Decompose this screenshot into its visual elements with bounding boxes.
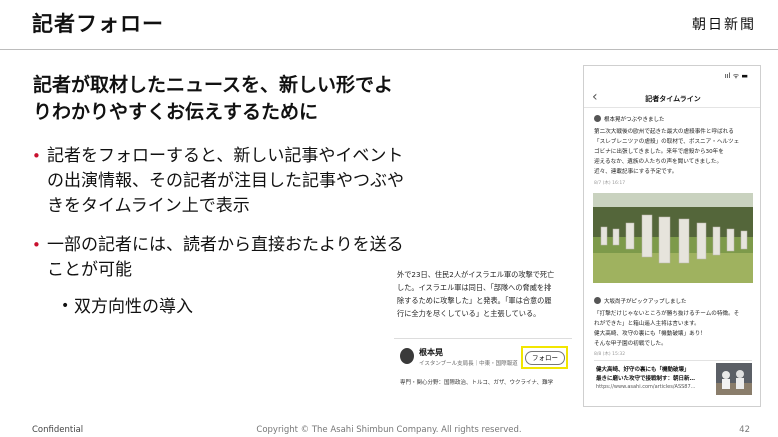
slide-title: 記者フォロー [32, 12, 164, 36]
article-link-card[interactable]: 健大高崎、好守の裏にも「機動破壊」 最きに磨いた攻守で接戦制す：朝日新… htt… [594, 360, 752, 396]
article-line: 行に全力を尽くしている」と主張している。 [397, 309, 541, 318]
post-line: 「打撃だけじゃないところが勝ち抜けるチームの特徴。そ [594, 311, 740, 317]
bullet-dot-icon: • [32, 147, 41, 165]
status-bar-icon: ııl ᯤ ▬ [724, 72, 748, 80]
link-title-line: 最きに磨いた攻守で接戦制す：朝日新… [596, 376, 696, 382]
article-line: した。イスラエル軍は同日、「部隊への脅威を排 [397, 283, 552, 292]
reporter-role: イスタンブール支局長｜中東・国際報道 [419, 361, 518, 367]
bullet-text: 一部の記者には、読者から直接おたよりを送る [47, 235, 404, 255]
avatar [594, 115, 601, 122]
cemetery-photo-image [593, 193, 753, 283]
link-thumbnail [716, 363, 752, 395]
timeline-title: 記者タイムライン [645, 95, 701, 103]
post-time: 8/8 (木) 15:32 [594, 352, 626, 357]
post-line: れができた」と箱山遥人主将は言います。 [594, 321, 700, 327]
post-body: 「打撃だけじゃないところが勝ち抜けるチームの特徴。そ れができた」と箱山遥人主将… [594, 309, 754, 349]
post-author: 根本晃がつぶやきました [604, 117, 665, 123]
article-body: 外で23日、住民2人がイスラエル軍の攻撃で死亡 した。イスラエル軍は同日、「部隊… [394, 266, 572, 320]
post-line: 迎えるなか、遺族の人たちの声を聞いてきました。 [594, 159, 723, 165]
reporter-avatar [400, 348, 414, 364]
link-url: https://www.asahi.com/articles/ASS87... [596, 384, 696, 390]
post-line: 健大高崎、攻守の裏にも「機動破壊」あり！ [594, 331, 706, 337]
post-line: 第二次大戦後の欧州で起きた最大の虐殺事件と呼ばれる [594, 129, 734, 135]
main-heading-line: りわかりやすくお伝えするために [33, 101, 319, 123]
post-time: 8/7 (木) 16:17 [594, 181, 626, 186]
phone-nav-bar: ‹ 記者タイムライン [584, 88, 760, 108]
link-title: 健大高崎、好守の裏にも「機動破壊」 最きに磨いた攻守で接戦制す：朝日新… [596, 366, 708, 384]
main-heading: 記者が取材したニュースを、新しい形でよ りわかりやすくお伝えするために [33, 72, 473, 126]
bullet-item: • 記者をフォローすると、新しい記事やイベント の出演情報、その記者が注目した記… [30, 144, 475, 219]
cemetery-photo [593, 193, 753, 283]
post-line: ゴビナに出張してきました。来年で虐殺から30年を [594, 149, 724, 155]
page-number: 42 [739, 425, 750, 435]
article-line: 外で23日、住民2人がイスラエル軍の攻撃で死亡 [397, 270, 555, 279]
reporter-name: 根本晃 [419, 348, 443, 357]
sub-bullet-text: 双方向性の導入 [74, 297, 193, 317]
article-line: 除するために攻撃した」と発表。「軍は合意の履 [397, 296, 552, 305]
follow-button[interactable]: フォロー [525, 351, 565, 365]
copyright-text: Copyright © The Asahi Shimbun Company. A… [256, 425, 522, 435]
sub-bullet-dot-icon: • [61, 298, 70, 314]
main-heading-line: 記者が取材したニュースを、新しい形でよ [33, 74, 394, 96]
bullet-text: きをタイムライン上で表示 [47, 196, 250, 216]
avatar [594, 297, 601, 304]
post-body: 第二次大戦後の欧州で起きた最大の虐殺事件と呼ばれる 「スレブレニツァの虐殺」の取… [594, 127, 754, 177]
article-screenshot: 外で23日、住民2人がイスラエル軍の攻撃で死亡 した。イスラエル軍は同日、「部隊… [394, 266, 572, 398]
post-author: 大坂尚子がピックアップしました [604, 299, 687, 305]
sub-bullet-item: • 双方向性の導入 [61, 295, 193, 320]
post-line: 近々、連載記事にする予定です。 [594, 169, 678, 175]
baseball-photo-image [716, 363, 752, 395]
reporter-fields: 専門・関心分野：国際政治、トルコ、ガザ、ウクライナ、難学 [400, 380, 554, 386]
bullet-text: 記者をフォローすると、新しい記事やイベント [47, 146, 404, 166]
link-title-line: 健大高崎、好守の裏にも「機動破壊」 [596, 367, 690, 373]
header-divider [0, 49, 778, 50]
bullet-text: の出演情報、その記者が注目した記事やつぶや [47, 171, 404, 191]
post-line: 「スレブレニツァの虐殺」の取材で、ボスニア・ヘルツェ [594, 139, 740, 145]
bullet-dot-icon: • [32, 236, 41, 254]
slide-footer: Confidential Copyright © The Asahi Shimb… [0, 420, 778, 437]
post-line: そんな甲子園の初戦でした。 [594, 341, 667, 347]
phone-mockup: ııl ᯤ ▬ ‹ 記者タイムライン 根本晃がつぶやきました 第二次大戦後の欧州… [583, 65, 761, 407]
brand-logo: 朝日新聞 [692, 17, 756, 33]
slide-header: 記者フォロー 朝日新聞 [0, 0, 778, 50]
reporter-profile: 根本晃 イスタンブール支局長｜中東・国際報道 フォロー 専門・関心分野：国際政治… [394, 338, 572, 398]
